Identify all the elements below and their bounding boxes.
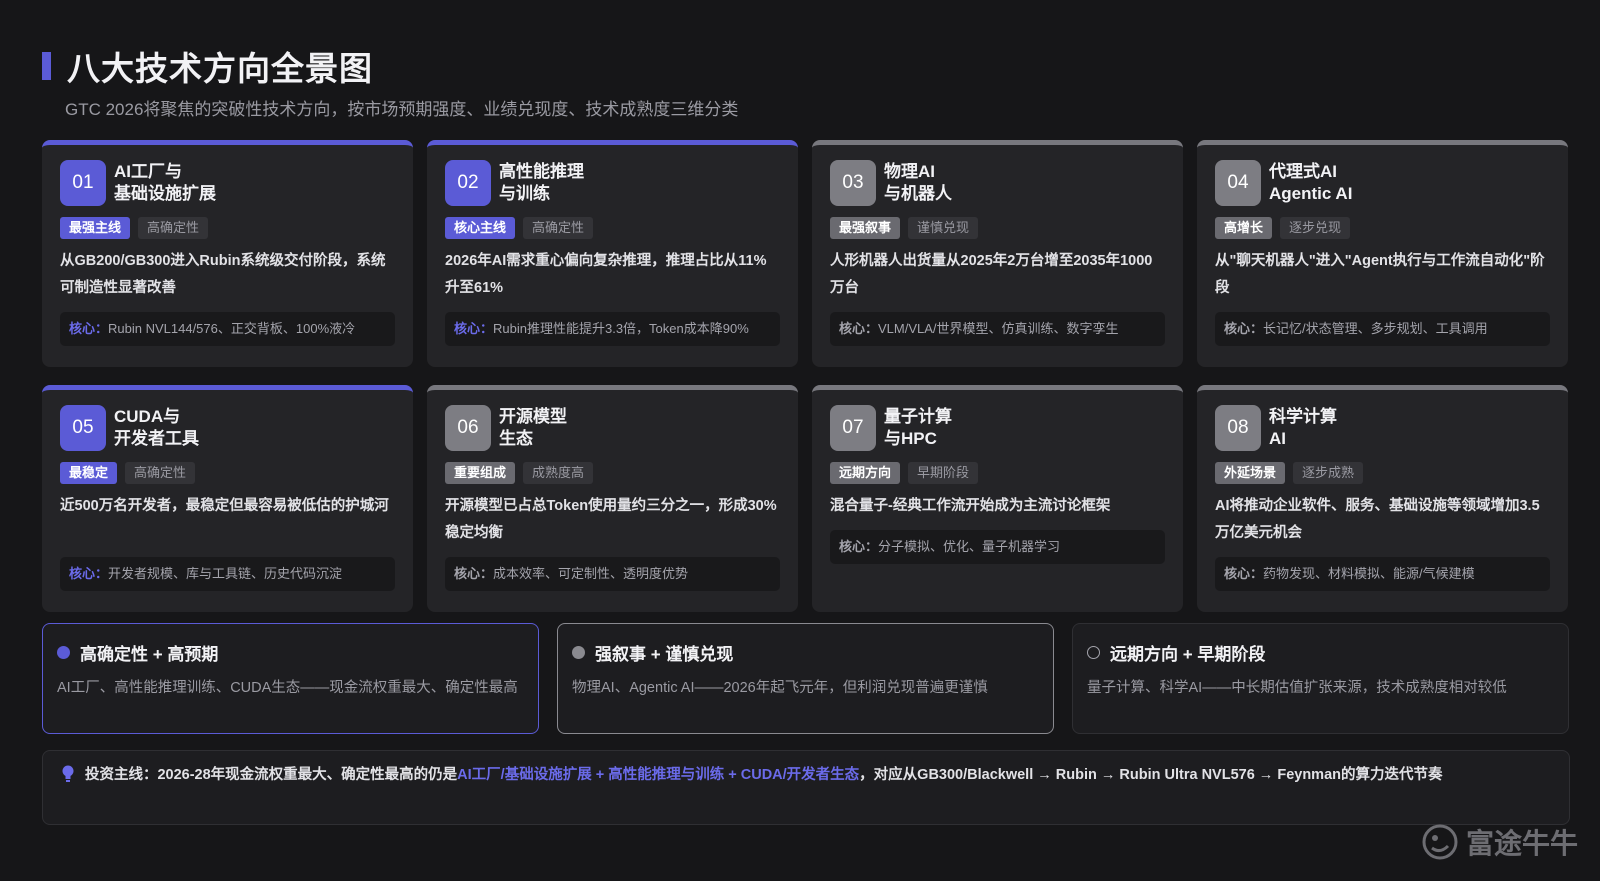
card-number: 04 xyxy=(1215,160,1261,206)
title-accent-bar xyxy=(42,52,51,80)
card-title: 代理式AI Agentic AI xyxy=(1269,162,1353,203)
card-title: AI工厂与 基础设施扩展 xyxy=(114,162,216,203)
direction-card-04: 04 代理式AI Agentic AI 高增长 逐步兑现 从"聊天机器人"进入"A… xyxy=(1197,140,1568,367)
primary-tag: 最强主线 xyxy=(60,217,131,239)
card-title: 量子计算 与HPC xyxy=(884,407,952,448)
card-description: 近500万名开发者，最稳定但最容易被低估的护城河 xyxy=(60,498,389,514)
legend-row: 高确定性 + 高预期 AI工厂、高性能推理训练、CUDA生态——现金流权重最大、… xyxy=(42,623,1570,734)
summary-highlight: AI工厂/基础设施扩展 + 高性能推理与训练 + CUDA/开发者生态 xyxy=(457,767,860,783)
card-number: 05 xyxy=(60,405,106,451)
primary-tag: 核心主线 xyxy=(445,217,516,239)
direction-grid: 01 AI工厂与 基础设施扩展 最强主线 高确定性 从GB200/GB300进入R… xyxy=(42,140,1570,612)
direction-card-02: 02 高性能推理 与训练 核心主线 高确定性 2026年AI需求重心偏向复杂推理，… xyxy=(427,140,798,367)
legend-title: 高确定性 + 高预期 xyxy=(80,645,219,664)
legend-title: 强叙事 + 谨慎兑现 xyxy=(595,645,734,664)
card-core: 核心：长记忆/状态管理、多步规划、工具调用 xyxy=(1215,312,1550,346)
card-core: 核心：药物发现、材料模拟、能源/气候建模 xyxy=(1215,557,1550,591)
direction-card-03: 03 物理AI 与机器人 最强叙事 谨慎兑现 人形机器人出货量从2025年2万台增… xyxy=(812,140,1183,367)
primary-tag: 远期方向 xyxy=(830,462,901,484)
primary-tag: 高增长 xyxy=(1215,217,1273,239)
page-subtitle: GTC 2026将聚焦的突破性技术方向，按市场预期强度、业绩兑现度、技术成熟度三… xyxy=(65,100,739,119)
legend-strong-narrative: 强叙事 + 谨慎兑现 物理AI、Agentic AI——2026年起飞元年，但利… xyxy=(557,623,1054,734)
legend-high-certainty: 高确定性 + 高预期 AI工厂、高性能推理训练、CUDA生态——现金流权重最大、… xyxy=(42,623,539,734)
direction-card-06: 06 开源模型 生态 重要组成 成熟度高 开源模型已占总Token使用量约三分之一… xyxy=(427,385,798,612)
watermark: 富途牛牛 xyxy=(1420,822,1578,862)
legend-long-term: 远期方向 + 早期阶段 量子计算、科学AI——中长期估值扩张来源，技术成熟度相对… xyxy=(1072,623,1569,734)
secondary-tag: 成熟度高 xyxy=(523,462,594,484)
card-core: 核心：VLM/VLA/世界模型、仿真训练、数字孪生 xyxy=(830,312,1165,346)
direction-card-05: 05 CUDA与 开发者工具 最稳定 高确定性 近500万名开发者，最稳定但最容易… xyxy=(42,385,413,612)
filled-dot-icon xyxy=(572,646,585,659)
card-title: 科学计算 AI xyxy=(1269,407,1337,448)
card-description: 从GB200/GB300进入Rubin系统级交付阶段，系统可制造性显著改善 xyxy=(60,253,386,296)
card-core: 核心：Rubin推理性能提升3.3倍，Token成本降90% xyxy=(445,312,780,346)
card-description: AI将推动企业软件、服务、基础设施等领域增加3.5万亿美元机会 xyxy=(1215,498,1540,541)
card-title: 物理AI 与机器人 xyxy=(884,162,952,203)
filled-dot-icon xyxy=(57,646,70,659)
page-title: 八大技术方向全景图 xyxy=(67,50,373,87)
card-core: 核心：Rubin NVL144/576、正交背板、100%液冷 xyxy=(60,312,395,346)
card-number: 08 xyxy=(1215,405,1261,451)
secondary-tag: 谨慎兑现 xyxy=(908,217,979,239)
secondary-tag: 高确定性 xyxy=(523,217,594,239)
hollow-dot-icon xyxy=(1087,646,1100,659)
card-description: 从"聊天机器人"进入"Agent执行与工作流自动化"阶段 xyxy=(1215,253,1545,296)
card-core: 核心：分子模拟、优化、量子机器学习 xyxy=(830,530,1165,564)
header: 八大技术方向全景图 xyxy=(42,42,373,90)
card-title: 开源模型 生态 xyxy=(499,407,567,448)
card-description: 开源模型已占总Token使用量约三分之一，形成30%稳定均衡 xyxy=(445,498,777,541)
card-number: 07 xyxy=(830,405,876,451)
legend-title: 远期方向 + 早期阶段 xyxy=(1110,645,1266,664)
direction-card-08: 08 科学计算 AI 外延场景 逐步成熟 AI将推动企业软件、服务、基础设施等领域… xyxy=(1197,385,1568,612)
card-title: 高性能推理 与训练 xyxy=(499,162,584,203)
secondary-tag: 高确定性 xyxy=(125,462,196,484)
card-core: 核心：开发者规模、库与工具链、历史代码沉淀 xyxy=(60,557,395,591)
legend-body: 物理AI、Agentic AI——2026年起飞元年，但利润兑现普遍更谨慎 xyxy=(572,680,988,696)
primary-tag: 最稳定 xyxy=(60,462,118,484)
card-number: 06 xyxy=(445,405,491,451)
card-number: 01 xyxy=(60,160,106,206)
card-core: 核心：成本效率、可定制性、透明度优势 xyxy=(445,557,780,591)
card-number: 02 xyxy=(445,160,491,206)
secondary-tag: 逐步兑现 xyxy=(1280,217,1351,239)
card-title: CUDA与 开发者工具 xyxy=(114,407,199,448)
primary-tag: 最强叙事 xyxy=(830,217,901,239)
direction-card-07: 07 量子计算 与HPC 远期方向 早期阶段 混合量子-经典工作流开始成为主流讨论… xyxy=(812,385,1183,612)
lightbulb-icon xyxy=(61,763,79,824)
futu-logo-icon xyxy=(1422,824,1458,860)
summary-text: 投资主线：2026-28年现金流权重最大、确定性最高的仍是AI工厂/基础设施扩展… xyxy=(84,767,1443,783)
primary-tag: 重要组成 xyxy=(445,462,516,484)
card-description: 2026年AI需求重心偏向复杂推理，推理占比从11%升至61% xyxy=(445,253,767,296)
secondary-tag: 逐步成熟 xyxy=(1293,462,1364,484)
investment-summary: 投资主线：2026-28年现金流权重最大、确定性最高的仍是AI工厂/基础设施扩展… xyxy=(42,750,1570,825)
secondary-tag: 高确定性 xyxy=(138,217,209,239)
card-number: 03 xyxy=(830,160,876,206)
card-description: 混合量子-经典工作流开始成为主流讨论框架 xyxy=(830,498,1111,514)
card-description: 人形机器人出货量从2025年2万台增至2035年1000万台 xyxy=(830,253,1153,296)
primary-tag: 外延场景 xyxy=(1215,462,1286,484)
secondary-tag: 早期阶段 xyxy=(908,462,979,484)
watermark-text: 富途牛牛 xyxy=(1466,828,1579,859)
legend-body: 量子计算、科学AI——中长期估值扩张来源，技术成熟度相对较低 xyxy=(1087,680,1507,696)
direction-card-01: 01 AI工厂与 基础设施扩展 最强主线 高确定性 从GB200/GB300进入R… xyxy=(42,140,413,367)
legend-body: AI工厂、高性能推理训练、CUDA生态——现金流权重最大、确定性最高 xyxy=(57,680,518,696)
